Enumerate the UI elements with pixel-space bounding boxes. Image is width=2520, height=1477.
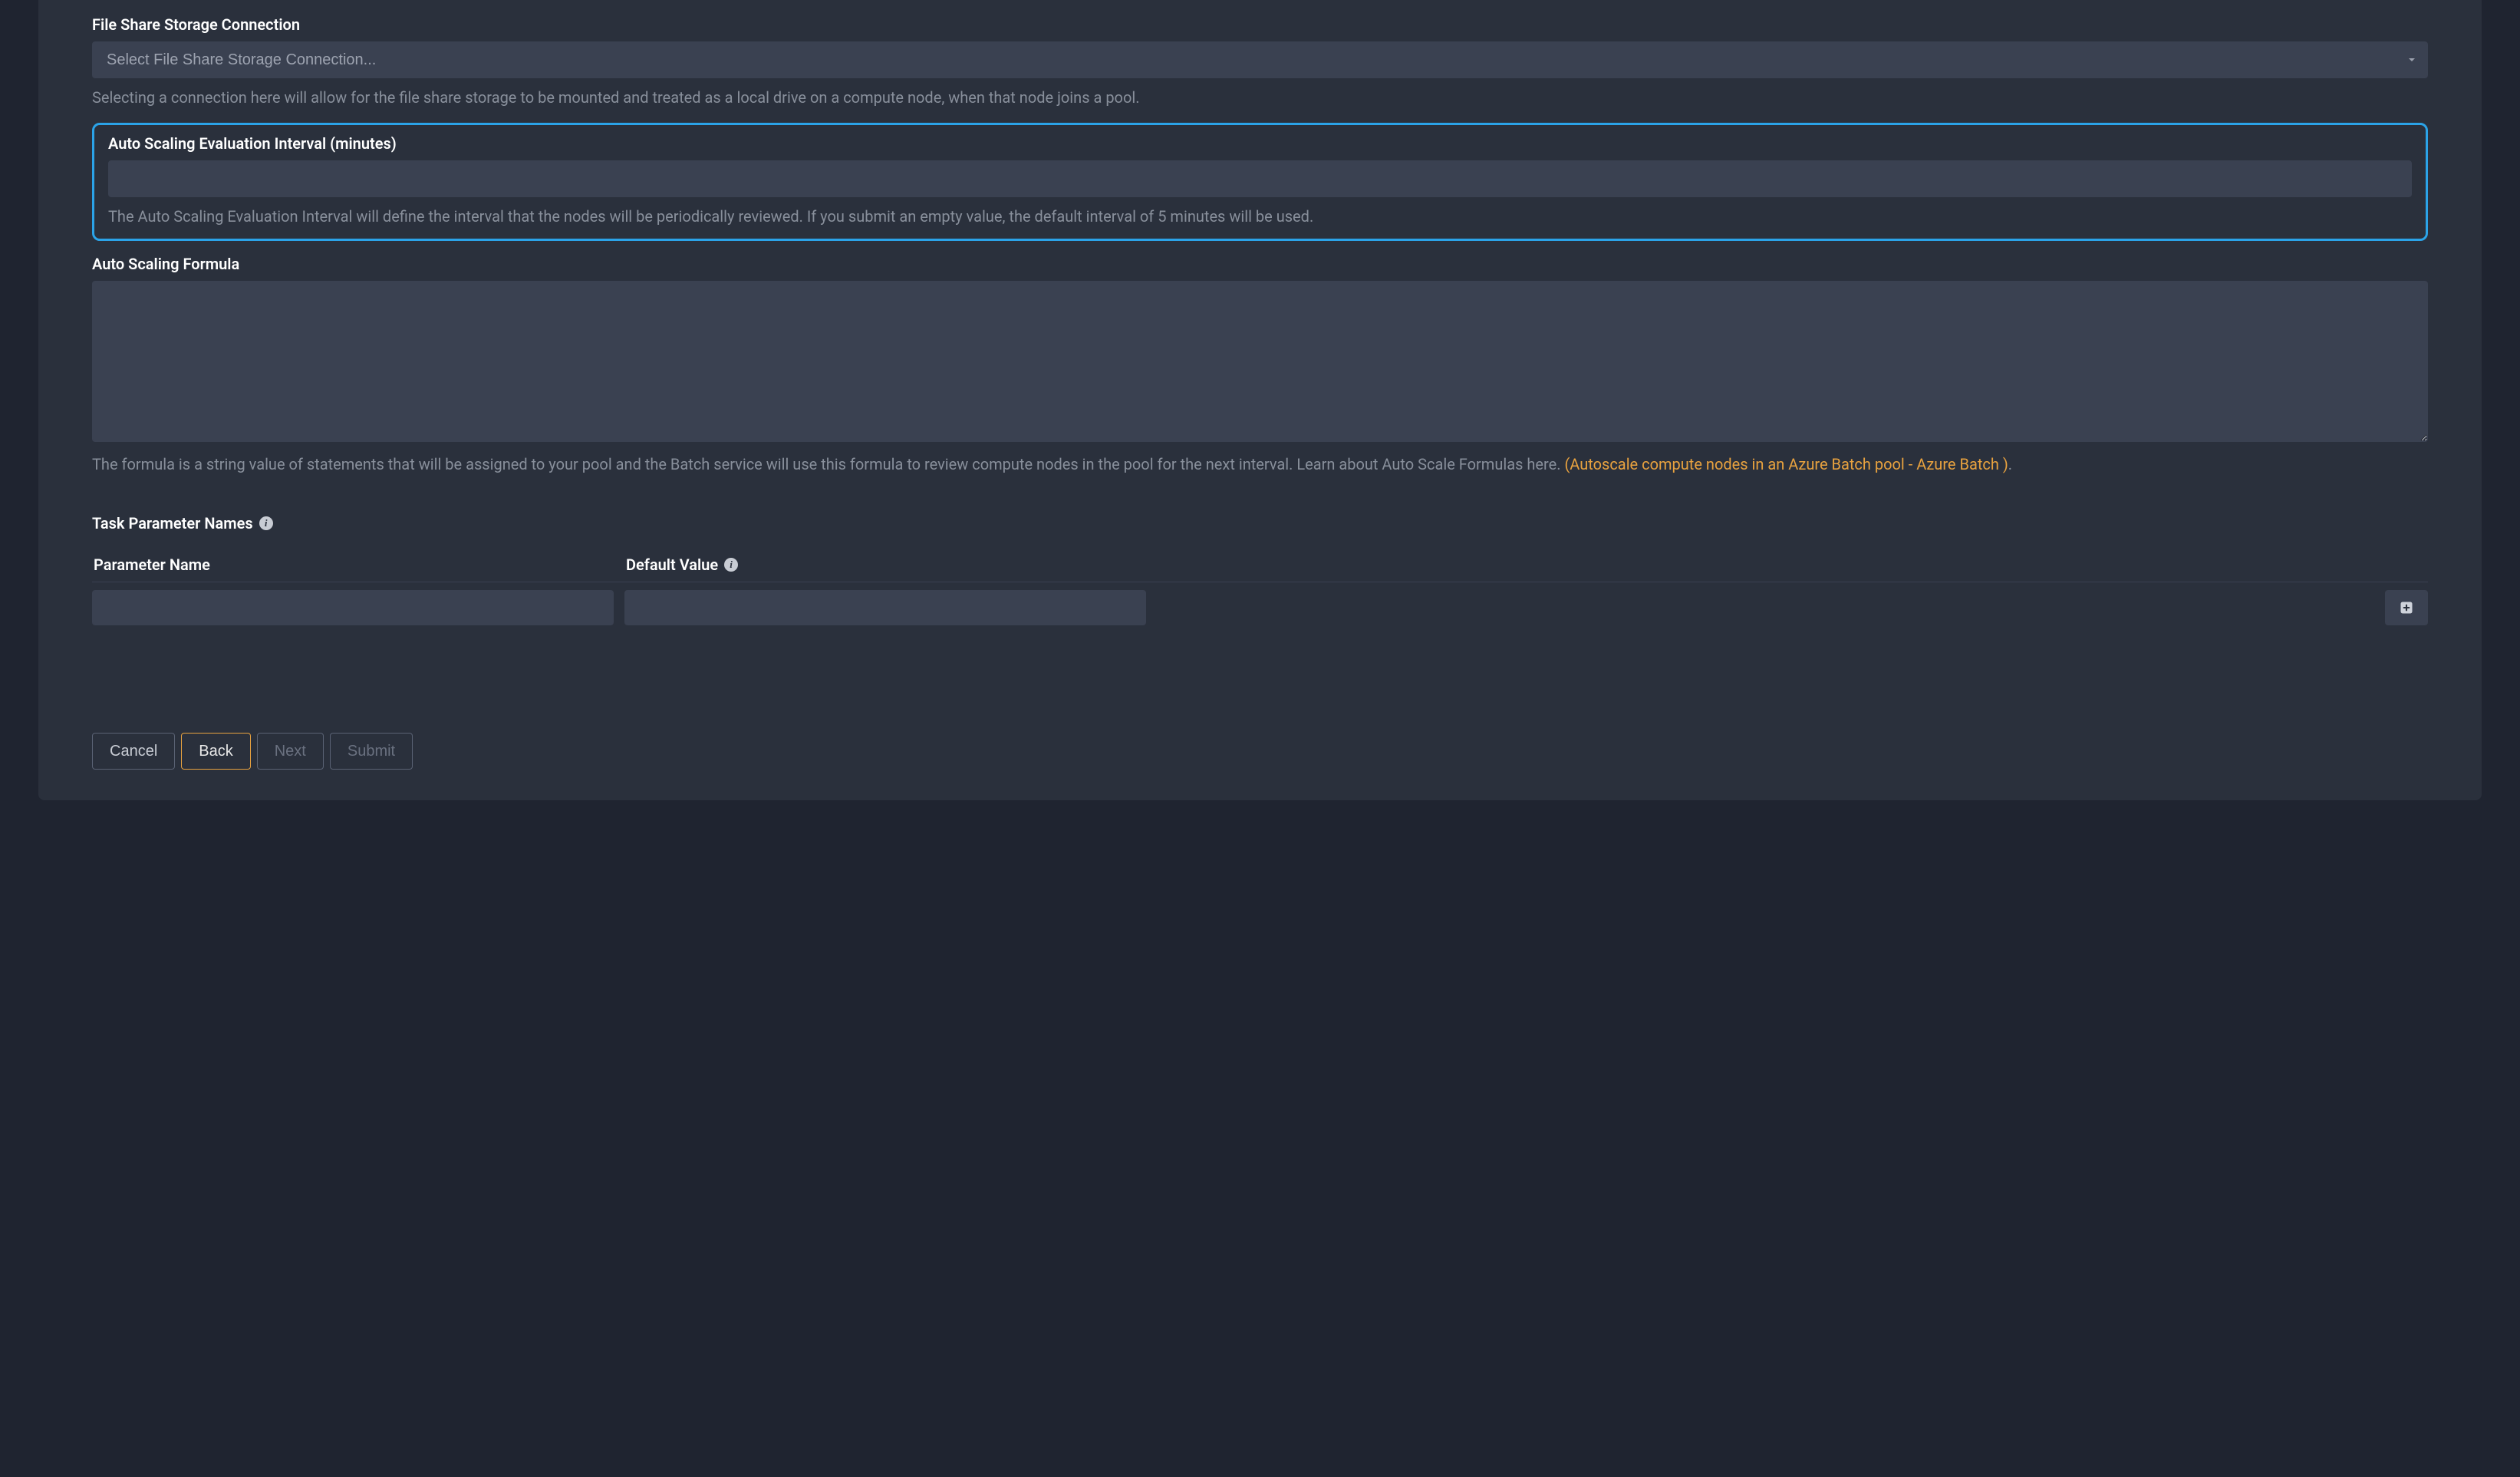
task-params-header-default: Default Value	[626, 556, 718, 574]
wizard-button-row: Cancel Back Next Submit	[92, 733, 2428, 770]
auto-scale-formula-group: Auto Scaling Formula The formula is a st…	[92, 255, 2428, 476]
add-row-button[interactable]	[2385, 590, 2428, 625]
task-params-header-name: Parameter Name	[94, 556, 210, 574]
auto-scale-interval-group: Auto Scaling Evaluation Interval (minute…	[108, 134, 2412, 228]
auto-scale-interval-highlight: Auto Scaling Evaluation Interval (minute…	[92, 123, 2428, 241]
table-row	[92, 582, 2428, 625]
auto-scale-formula-help-link[interactable]: (Autoscale compute nodes in an Azure Bat…	[1564, 455, 2008, 473]
task-params-section-label: Task Parameter Names	[92, 514, 253, 532]
auto-scale-interval-help: The Auto Scaling Evaluation Interval wil…	[108, 205, 2412, 228]
back-button[interactable]: Back	[181, 733, 250, 770]
plus-square-icon	[2399, 600, 2414, 615]
info-icon[interactable]: i	[259, 516, 273, 530]
auto-scale-formula-help-suffix: .	[2008, 455, 2012, 473]
file-share-label: File Share Storage Connection	[92, 15, 2428, 34]
form-container: File Share Storage Connection Select Fil…	[38, 0, 2482, 800]
next-button[interactable]: Next	[257, 733, 324, 770]
auto-scale-formula-help: The formula is a string value of stateme…	[92, 453, 2428, 476]
file-share-field-group: File Share Storage Connection Select Fil…	[92, 15, 2428, 109]
file-share-select[interactable]: Select File Share Storage Connection...	[92, 41, 2428, 78]
task-params-header-row: Parameter Name Default Value i	[92, 556, 2428, 574]
cancel-button[interactable]: Cancel	[92, 733, 175, 770]
task-params-table: Parameter Name Default Value i	[92, 556, 2428, 625]
param-default-input[interactable]	[624, 590, 1146, 625]
auto-scale-interval-input[interactable]	[108, 160, 2412, 197]
task-params-section-header: Task Parameter Names i	[92, 514, 2428, 532]
submit-button[interactable]: Submit	[330, 733, 413, 770]
auto-scale-interval-label: Auto Scaling Evaluation Interval (minute…	[108, 134, 2412, 153]
auto-scale-formula-help-prefix: The formula is a string value of stateme…	[92, 455, 1564, 473]
info-icon[interactable]: i	[724, 558, 738, 572]
file-share-help: Selecting a connection here will allow f…	[92, 86, 2428, 109]
auto-scale-formula-label: Auto Scaling Formula	[92, 255, 2428, 273]
param-name-input[interactable]	[92, 590, 614, 625]
auto-scale-formula-textarea[interactable]	[92, 281, 2428, 442]
